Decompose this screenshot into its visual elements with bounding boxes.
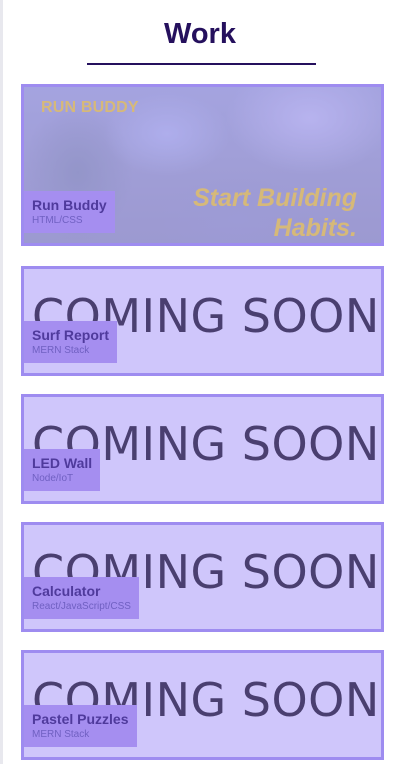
project-screenshot-tagline: Start Building Habits.: [193, 183, 357, 243]
project-title: LED Wall: [32, 455, 93, 471]
project-title: Surf Report: [32, 327, 109, 343]
project-tech: HTML/CSS: [32, 215, 83, 226]
project-card-calculator[interactable]: COMING SOON Calculator React/JavaScript/…: [21, 522, 384, 632]
project-label: LED Wall Node/IoT: [24, 449, 101, 491]
section-title: Work: [164, 18, 236, 50]
project-title: Pastel Puzzles: [32, 711, 129, 727]
section-title-underline: [87, 63, 316, 65]
project-tech: Node/IoT: [32, 473, 74, 484]
project-title: Calculator: [32, 583, 101, 599]
project-label: Surf Report MERN Stack: [24, 321, 117, 363]
project-card-run-buddy[interactable]: RUN BUDDY Start Building Habits. Run Bud…: [21, 84, 384, 246]
project-title: Run Buddy: [32, 197, 107, 213]
project-tech: MERN Stack: [32, 345, 90, 356]
project-card-surf-report[interactable]: COMING SOON Surf Report MERN Stack: [21, 266, 384, 376]
project-tech: React/JavaScript/CSS: [32, 601, 131, 612]
project-card-pastel-puzzles[interactable]: COMING SOON Pastel Puzzles MERN Stack: [21, 650, 384, 760]
project-tech: MERN Stack: [32, 729, 90, 740]
project-label: Run Buddy HTML/CSS: [24, 191, 115, 233]
page-left-rule: [0, 0, 3, 764]
project-card-led-wall[interactable]: COMING SOON LED Wall Node/IoT: [21, 394, 384, 504]
project-label: Pastel Puzzles MERN Stack: [24, 705, 137, 747]
tagline-line-1: Start Building: [193, 184, 357, 212]
tagline-line-2: Habits.: [273, 214, 357, 242]
project-screenshot-brand: RUN BUDDY: [41, 99, 139, 116]
project-label: Calculator React/JavaScript/CSS: [24, 577, 139, 619]
